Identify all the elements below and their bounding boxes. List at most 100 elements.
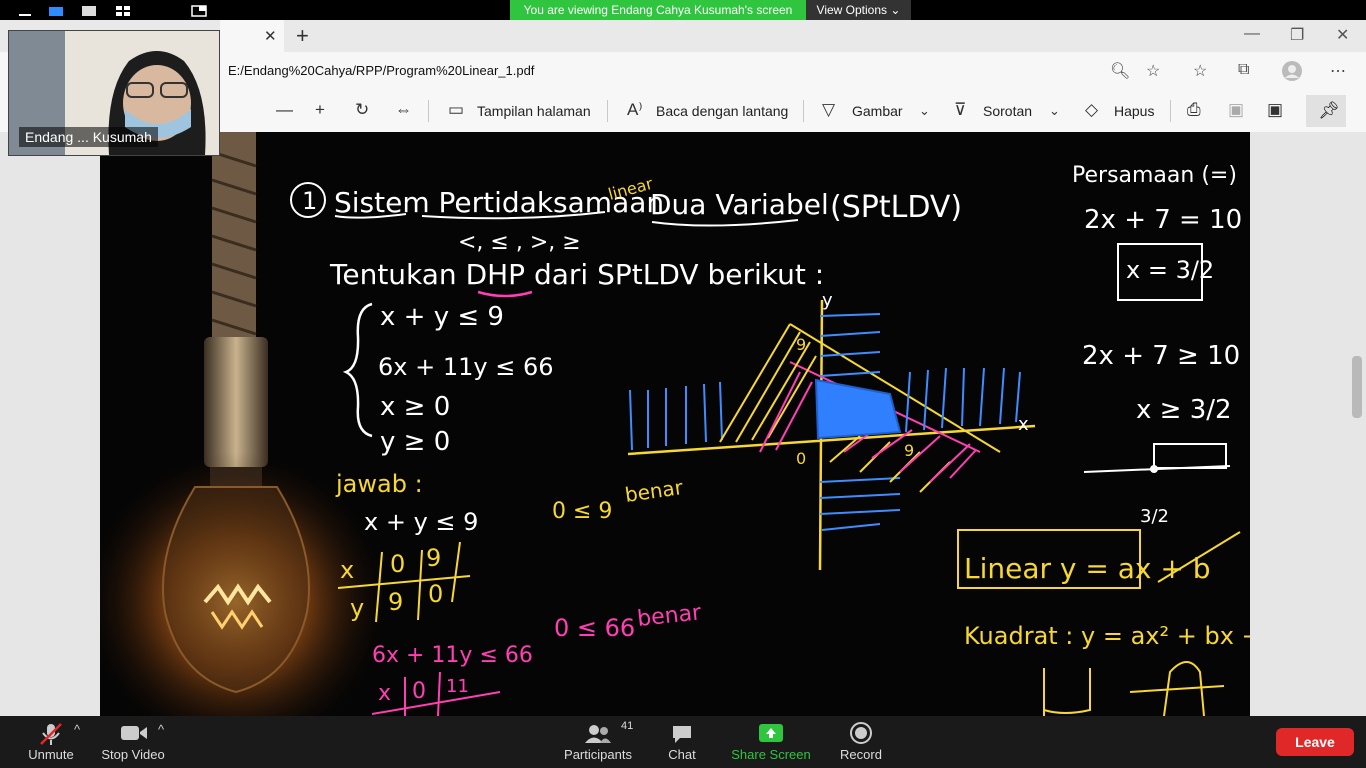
audio-options-chevron-icon[interactable]: ^ bbox=[74, 722, 80, 737]
new-tab-icon[interactable]: + bbox=[296, 23, 309, 49]
pdf-viewer[interactable]: 1 Sistem Pertidaksamaan linear Dua Varia… bbox=[0, 132, 1366, 716]
unmute-button[interactable]: Unmute bbox=[20, 716, 82, 768]
read-aloud-icon: A⁾ bbox=[627, 100, 643, 119]
hw-table1-y-2: 0 bbox=[428, 580, 443, 608]
hw-table1-x-1: 0 bbox=[390, 550, 405, 578]
chat-icon bbox=[673, 726, 691, 743]
minimize-icon[interactable] bbox=[17, 4, 33, 16]
hw-table2-x-1: 0 bbox=[412, 679, 426, 704]
pin-toolbar-button[interactable]: 📌︎ bbox=[1306, 95, 1346, 127]
viewing-banner: You are viewing Endang Cahya Kusumah's s… bbox=[510, 0, 806, 20]
hw-axis-y: y bbox=[822, 290, 833, 311]
video-options-chevron-icon[interactable]: ^ bbox=[158, 722, 164, 737]
zoom-icon[interactable]: 🔍︎ bbox=[1110, 61, 1130, 81]
participant-name: Endang ... Kusumah bbox=[19, 127, 158, 147]
stop-video-label: Stop Video bbox=[101, 747, 165, 762]
record-icon bbox=[850, 722, 872, 744]
share-screen-label: Share Screen bbox=[731, 747, 811, 762]
highlight-button[interactable]: Sorotan bbox=[983, 103, 1032, 119]
share-screen-button[interactable]: Share Screen bbox=[728, 716, 814, 768]
speaker-view-icon[interactable] bbox=[48, 4, 64, 16]
muted-microphone-icon bbox=[40, 723, 62, 745]
save-as-icon[interactable]: ▣ bbox=[1267, 100, 1283, 120]
hw-task: Tentukan DHP dari SPtLDV berikut : bbox=[329, 258, 824, 291]
highlight-chevron-icon[interactable]: ⌄ bbox=[1049, 103, 1060, 119]
divider bbox=[428, 100, 429, 122]
hw-graph-origin: 0 bbox=[796, 449, 806, 468]
hw-right-eq2: 2x + 7 ≥ 10 bbox=[1082, 341, 1240, 371]
hw-system-1: x + y ≤ 9 bbox=[380, 302, 504, 332]
hw-linear: Linear y = ax + b bbox=[964, 552, 1211, 585]
window-icon[interactable] bbox=[81, 4, 97, 16]
draw-chevron-icon[interactable]: ⌄ bbox=[919, 103, 930, 119]
hw-quadratic: Kuadrat : y = ax² + bx + c bbox=[964, 622, 1250, 650]
hw-symbols: <, ≤ , >, ≥ bbox=[458, 230, 581, 255]
light-bulb-image bbox=[100, 132, 386, 716]
graph: y x 9 9 0 bbox=[627, 290, 1036, 571]
collections-icon[interactable]: ⧉ bbox=[1238, 61, 1249, 79]
hw-table1-y-1: 9 bbox=[388, 588, 403, 616]
view-options-button[interactable]: View Options ⌄ bbox=[806, 0, 911, 20]
participant-video[interactable]: Endang ... Kusumah bbox=[8, 30, 220, 156]
item-number: 1 bbox=[302, 187, 317, 215]
zoom-out-icon[interactable]: — bbox=[276, 100, 293, 120]
browser-restore-icon[interactable]: ❐ bbox=[1290, 25, 1304, 45]
divider bbox=[607, 100, 608, 122]
hw-right-sol1: x = 3/2 bbox=[1126, 256, 1214, 284]
divider bbox=[803, 100, 804, 122]
screen: You are viewing Endang Cahya Kusumah's s… bbox=[0, 0, 1366, 768]
favorites-icon[interactable]: ☆ bbox=[1193, 61, 1207, 81]
leave-button[interactable]: Leave bbox=[1276, 728, 1354, 756]
record-button[interactable]: Record bbox=[836, 716, 886, 768]
hw-axis-x: x bbox=[1018, 414, 1029, 435]
unmute-label: Unmute bbox=[28, 747, 74, 762]
erase-button[interactable]: Hapus bbox=[1114, 103, 1154, 119]
highlight-icon: ⊽ bbox=[954, 100, 967, 119]
participants-icon bbox=[585, 725, 611, 743]
browser-close-icon[interactable]: ✕ bbox=[1336, 25, 1349, 45]
hw-right-eq1: 2x + 7 = 10 bbox=[1084, 205, 1242, 235]
scrollbar-thumb[interactable] bbox=[1352, 356, 1362, 418]
video-camera-icon bbox=[121, 726, 147, 740]
chevron-down-icon: ⌄ bbox=[890, 3, 901, 17]
chat-label: Chat bbox=[668, 747, 696, 762]
page-view-button[interactable]: Tampilan halaman bbox=[477, 103, 591, 119]
hw-right-sol2: x ≥ 3/2 bbox=[1136, 395, 1232, 425]
record-label: Record bbox=[840, 747, 882, 762]
chat-button[interactable]: Chat bbox=[660, 716, 704, 768]
hw-table1-y-label: y bbox=[350, 594, 364, 622]
zoom-top-bar: You are viewing Endang Cahya Kusumah's s… bbox=[0, 0, 1366, 20]
draw-button[interactable]: Gambar bbox=[852, 103, 903, 119]
hw-check1-result: benar bbox=[623, 475, 685, 507]
add-favorite-icon[interactable]: ☆ bbox=[1146, 61, 1160, 81]
exit-fullscreen-icon[interactable] bbox=[191, 4, 207, 17]
fit-page-icon[interactable]: ⇔ bbox=[395, 100, 412, 120]
hw-system-4: y ≥ 0 bbox=[380, 427, 450, 457]
url-text[interactable]: E:/Endang%20Cahya/RPP/Program%20Linear_1… bbox=[228, 63, 534, 78]
hw-title-abbr: (SPtLDV) bbox=[830, 190, 962, 225]
close-tab-icon[interactable]: ✕ bbox=[264, 27, 277, 45]
hw-table2-x-label: x bbox=[378, 681, 391, 706]
profile-avatar-icon[interactable] bbox=[1282, 61, 1302, 86]
participants-label: Participants bbox=[564, 747, 632, 762]
hw-check2-result: benar bbox=[636, 600, 703, 632]
page-view-icon: ▭ bbox=[448, 100, 465, 119]
hw-table1-x-label: x bbox=[340, 556, 354, 584]
hw-eq1: x + y ≤ 9 bbox=[364, 508, 478, 536]
participants-button[interactable]: 41 Participants bbox=[560, 716, 636, 768]
hw-check1: 0 ≤ 9 bbox=[552, 499, 612, 524]
read-aloud-button[interactable]: Baca dengan lantang bbox=[656, 103, 788, 119]
browser-minimize-icon[interactable]: — bbox=[1244, 25, 1260, 43]
view-options-label: View Options bbox=[816, 3, 888, 17]
rotate-icon[interactable]: ↻ bbox=[355, 100, 369, 120]
gallery-view-icon[interactable] bbox=[115, 4, 131, 16]
print-icon[interactable]: ⎙ bbox=[1187, 100, 1201, 120]
hw-answer-label: jawab : bbox=[335, 470, 423, 498]
share-screen-icon bbox=[759, 724, 783, 742]
eraser-icon: ◇ bbox=[1085, 100, 1099, 119]
draw-icon: ▽ bbox=[822, 100, 836, 119]
more-menu-icon[interactable]: ⋯ bbox=[1330, 61, 1346, 81]
handwriting-canvas: 1 Sistem Pertidaksamaan linear Dua Varia… bbox=[100, 132, 1250, 716]
zoom-in-icon[interactable]: + bbox=[315, 100, 325, 120]
hw-title-rest: Dua Variabel bbox=[650, 188, 829, 221]
